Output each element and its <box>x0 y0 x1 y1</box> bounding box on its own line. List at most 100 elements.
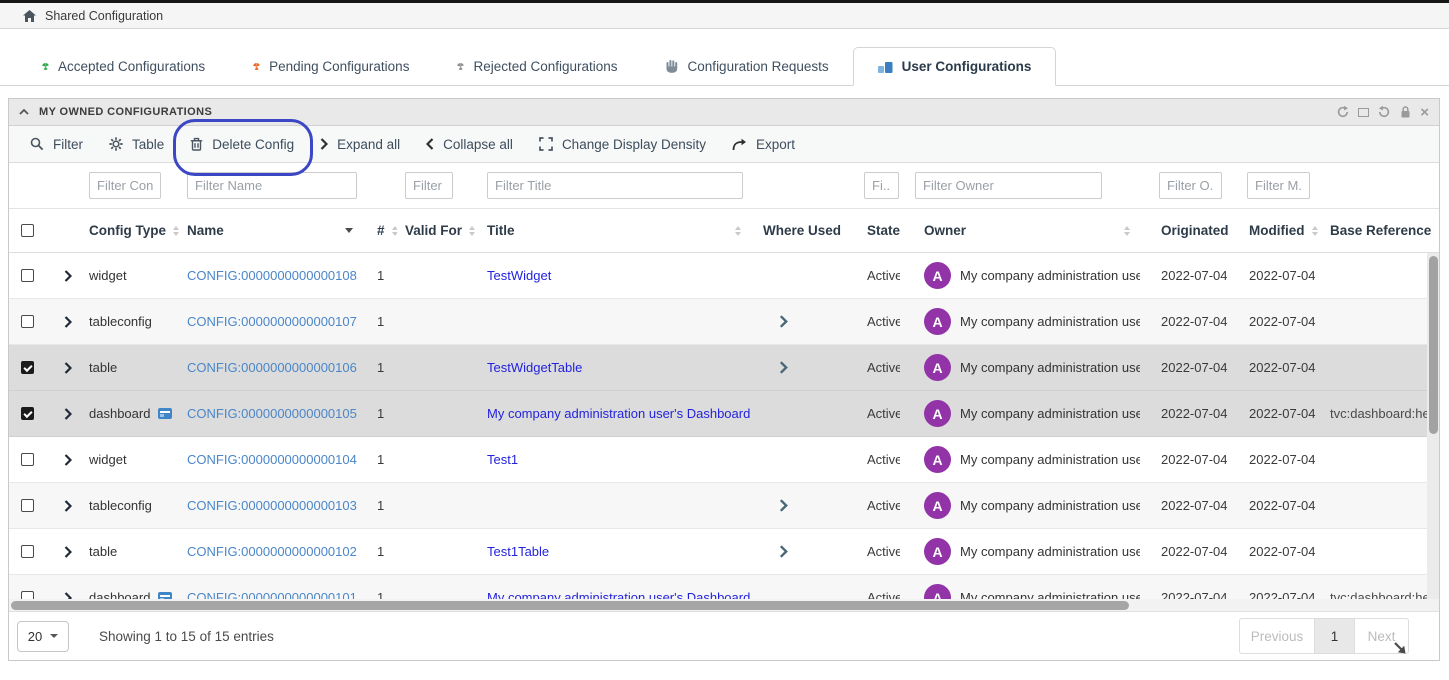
tab-accepted-configurations[interactable]: Accepted Configurations <box>18 47 229 85</box>
table-row[interactable]: widget CONFIG:0000000000000104 1 Test1 A… <box>9 437 1439 483</box>
row-checkbox[interactable] <box>21 453 34 466</box>
dashboard-icon <box>158 592 172 599</box>
export-button[interactable]: Export <box>719 126 808 162</box>
expand-row-icon[interactable] <box>64 454 72 466</box>
filter-modified-input[interactable] <box>1247 172 1310 199</box>
config-id-link[interactable]: CONFIG:0000000000000107 <box>187 314 357 329</box>
expand-row-icon[interactable] <box>64 408 72 420</box>
expand-row-icon[interactable] <box>64 316 72 328</box>
table-row[interactable]: tableconfig CONFIG:0000000000000103 1 Ac… <box>9 483 1439 529</box>
config-type-cell: table <box>89 544 117 559</box>
filter-owner-input[interactable] <box>915 172 1102 199</box>
column-header-name[interactable]: Name <box>179 223 369 238</box>
select-all-checkbox[interactable] <box>21 224 34 237</box>
filter-valid-for-input[interactable] <box>405 172 453 199</box>
row-checkbox[interactable] <box>21 361 34 374</box>
config-type-cell: dashboard <box>89 406 150 421</box>
where-used-icon[interactable] <box>779 315 788 328</box>
owner-name: My company administration user <box>960 544 1140 559</box>
table-row[interactable]: tableconfig CONFIG:0000000000000107 1 Ac… <box>9 299 1439 345</box>
tab-pending-configurations[interactable]: Pending Configurations <box>229 47 433 85</box>
collapse-panel-icon[interactable] <box>19 109 29 115</box>
where-used-icon[interactable] <box>779 499 788 512</box>
config-title-link[interactable]: My company administration user's Dashboa… <box>487 406 750 421</box>
page-size-dropdown[interactable]: 20 <box>17 621 69 652</box>
config-id-link[interactable]: CONFIG:0000000000000103 <box>187 498 357 513</box>
table-row[interactable]: table CONFIG:0000000000000106 1 TestWidg… <box>9 345 1439 391</box>
config-title-link[interactable]: Test1Table <box>487 544 549 559</box>
config-id-link[interactable]: CONFIG:0000000000000101 <box>187 590 357 599</box>
tab-rejected-configurations[interactable]: Rejected Configurations <box>433 47 641 85</box>
config-id-link[interactable]: CONFIG:0000000000000102 <box>187 544 357 559</box>
filter-name-input[interactable] <box>187 172 357 199</box>
column-header-state[interactable]: State <box>843 223 900 238</box>
table-row[interactable]: dashboard CONFIG:0000000000000105 1 My c… <box>9 391 1439 437</box>
filter-originated-input[interactable] <box>1159 172 1222 199</box>
filter-button[interactable]: Filter <box>17 126 96 162</box>
close-icon[interactable]: × <box>1420 105 1429 120</box>
tab-user-configurations[interactable]: User Configurations <box>853 47 1057 86</box>
expand-row-icon[interactable] <box>64 362 72 374</box>
owner-avatar: A <box>924 262 951 289</box>
home-icon[interactable] <box>22 9 37 23</box>
row-checkbox[interactable] <box>21 407 34 420</box>
refresh-icon[interactable] <box>1336 105 1350 119</box>
filter-title-input[interactable] <box>487 172 743 199</box>
config-id-link[interactable]: CONFIG:0000000000000104 <box>187 452 357 467</box>
column-header-valid-for[interactable]: Valid For <box>397 223 479 238</box>
table-row[interactable]: widget CONFIG:0000000000000108 1 TestWid… <box>9 253 1439 299</box>
collapse-all-button[interactable]: Collapse all <box>413 126 526 162</box>
column-header-modified[interactable]: Modified <box>1228 223 1318 238</box>
maximize-icon[interactable] <box>1358 108 1369 117</box>
my-owned-configurations-panel: MY OWNED CONFIGURATIONS × <box>8 98 1440 661</box>
state-cell: Active <box>867 268 900 283</box>
column-header-count[interactable]: # <box>369 223 397 238</box>
modified-cell: 2022-07-04 <box>1249 360 1316 375</box>
tab-configuration-requests[interactable]: Configuration Requests <box>642 47 853 85</box>
expand-row-icon[interactable] <box>64 546 72 558</box>
filter-config-type-input[interactable] <box>89 172 161 199</box>
lock-icon[interactable] <box>1399 105 1412 119</box>
row-checkbox[interactable] <box>21 545 34 558</box>
horizontal-scrollbar-thumb[interactable] <box>11 601 1129 610</box>
config-id-link[interactable]: CONFIG:0000000000000105 <box>187 406 357 421</box>
expand-row-icon[interactable] <box>64 500 72 512</box>
column-header-title[interactable]: Title <box>479 223 751 238</box>
row-checkbox[interactable] <box>21 315 34 328</box>
expand-row-icon[interactable] <box>64 270 72 282</box>
change-display-density-button[interactable]: Change Display Density <box>526 126 719 162</box>
delete-config-button[interactable]: Delete Config <box>177 126 307 162</box>
owner-name: My company administration user <box>960 314 1140 329</box>
column-header-where-used[interactable]: Where Used <box>751 223 843 238</box>
row-checkbox[interactable] <box>21 269 34 282</box>
table-row[interactable]: table CONFIG:0000000000000102 1 Test1Tab… <box>9 529 1439 575</box>
state-cell: Active <box>867 406 900 421</box>
column-header-base-reference[interactable]: Base Reference <box>1318 223 1439 238</box>
column-header-originated[interactable]: Originated <box>1140 223 1228 238</box>
state-cell: Active <box>867 360 900 375</box>
vertical-scrollbar-thumb[interactable] <box>1429 256 1438 434</box>
expand-row-icon[interactable] <box>64 592 72 600</box>
current-page-button[interactable]: 1 <box>1314 618 1355 654</box>
table-settings-button[interactable]: Table <box>96 126 177 162</box>
row-checkbox[interactable] <box>21 499 34 512</box>
owner-name: My company administration user <box>960 268 1140 283</box>
config-title-link[interactable]: Test1 <box>487 452 518 467</box>
filter-state-input[interactable] <box>864 172 899 199</box>
table-row[interactable]: dashboard CONFIG:0000000000000101 1 My c… <box>9 575 1439 599</box>
undo-icon[interactable] <box>1377 105 1391 119</box>
where-used-icon[interactable] <box>779 545 788 558</box>
pending-badge-icon <box>253 63 260 70</box>
previous-page-button[interactable]: Previous <box>1239 618 1315 654</box>
config-id-link[interactable]: CONFIG:0000000000000108 <box>187 268 357 283</box>
row-checkbox[interactable] <box>21 591 34 599</box>
horizontal-scrollbar <box>9 599 1439 611</box>
column-header-config-type[interactable]: Config Type <box>81 223 179 238</box>
config-id-link[interactable]: CONFIG:0000000000000106 <box>187 360 357 375</box>
config-title-link[interactable]: TestWidget <box>487 268 551 283</box>
column-header-owner[interactable]: Owner <box>900 223 1140 238</box>
expand-all-button[interactable]: Expand all <box>307 126 413 162</box>
config-title-link[interactable]: My company administration user's Dashboa… <box>487 590 750 599</box>
config-title-link[interactable]: TestWidgetTable <box>487 360 582 375</box>
where-used-icon[interactable] <box>779 361 788 374</box>
